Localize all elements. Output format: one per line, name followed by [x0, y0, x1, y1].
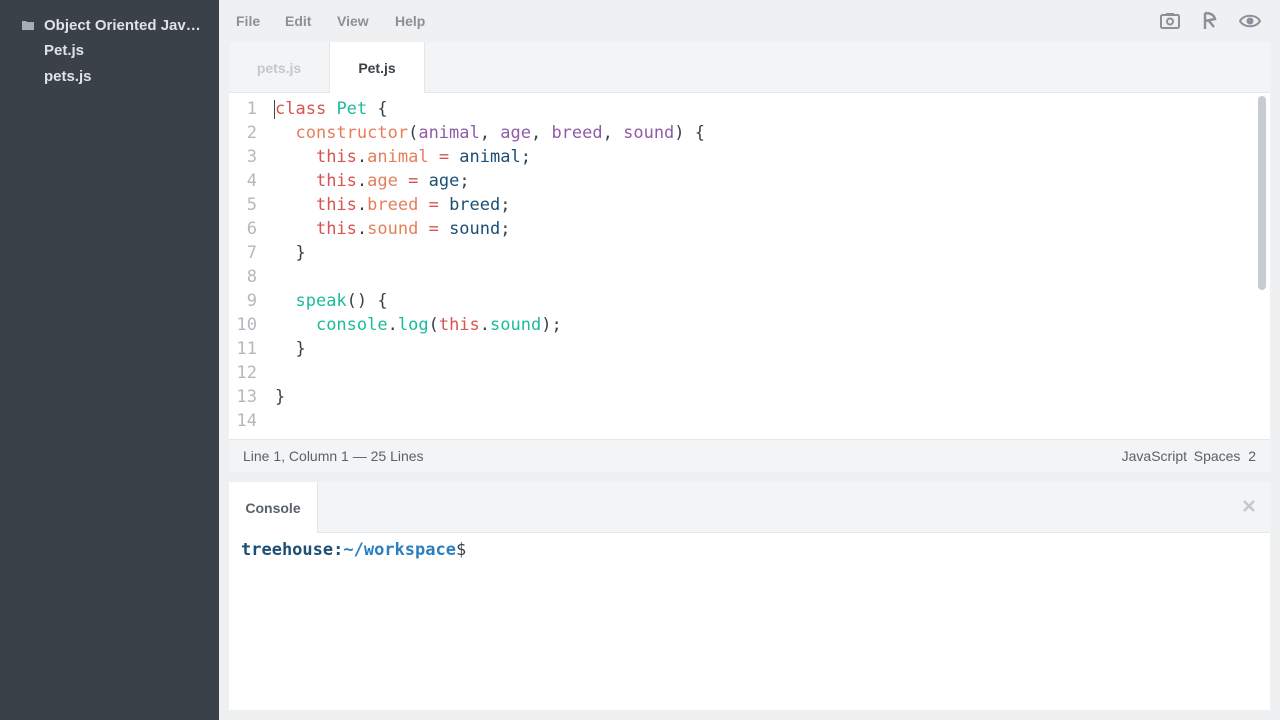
tab-pet-js[interactable]: Pet.js: [329, 42, 425, 93]
text-cursor: [274, 100, 275, 119]
sidebar-file-pets-js[interactable]: pets.js: [44, 68, 92, 85]
prompt-host: treehouse: [241, 540, 334, 560]
preview-eye-icon[interactable]: [1238, 10, 1262, 32]
line-number: 12: [236, 363, 257, 383]
share-icon[interactable]: [1199, 10, 1221, 32]
menu-file[interactable]: File: [236, 13, 260, 29]
camera-icon[interactable]: [1159, 10, 1181, 32]
editor-panel: pets.js Pet.js 1 class Pet { 2 constructor…: [229, 42, 1270, 472]
indent-selector[interactable]: Spaces 2: [1194, 448, 1256, 464]
sidebar: Object Oriented Jav… Pet.js pets.js: [0, 0, 219, 720]
folder-icon: [22, 20, 34, 30]
editor-tab-bar: pets.js Pet.js: [229, 42, 1270, 93]
line-number: 5: [246, 195, 257, 215]
menu-view[interactable]: View: [337, 13, 369, 29]
project-folder[interactable]: Object Oriented Jav…: [22, 14, 212, 36]
line-number: 8: [246, 267, 257, 287]
code-text: }: [275, 243, 306, 263]
sidebar-file-pet-js[interactable]: Pet.js: [44, 42, 84, 59]
tab-pets-js[interactable]: pets.js: [229, 42, 329, 92]
close-icon[interactable]: [1242, 499, 1256, 513]
line-number: 13: [236, 387, 257, 407]
line-number: 2: [246, 123, 257, 143]
prompt-path: ~/workspace: [343, 540, 456, 560]
code-text: console.log(this.sound);: [315, 315, 562, 335]
code-text: speak() {: [295, 291, 388, 311]
code-text: }: [275, 339, 306, 359]
console-panel: Console treehouse:~/workspace$: [229, 482, 1270, 710]
line-number: 7: [246, 243, 257, 263]
prompt-separator: :: [333, 540, 344, 560]
code-text: this.animal = animal;: [315, 147, 531, 167]
console-prompt[interactable]: treehouse:~/workspace$: [241, 540, 466, 560]
project-folder-title: Object Oriented Jav…: [44, 16, 201, 34]
code-editor[interactable]: 1 class Pet { 2 constructor(animal, age, b…: [229, 93, 1255, 439]
code-text: this.breed = breed;: [315, 195, 511, 215]
line-number: 9: [246, 291, 257, 311]
editor-status-bar: Line 1, Column 1 — 25 Lines JavaScript S…: [229, 439, 1270, 472]
menu-edit[interactable]: Edit: [285, 13, 311, 29]
code-text: this.age = age;: [315, 171, 470, 191]
tab-console[interactable]: Console: [229, 482, 318, 533]
line-number: 11: [236, 339, 257, 359]
console-tab-bar: Console: [229, 482, 1270, 533]
code-text: }: [275, 387, 286, 407]
line-number: 6: [246, 219, 257, 239]
prompt-symbol: $: [455, 540, 467, 560]
menu-bar: File Edit View Help: [219, 0, 1280, 42]
code-text: constructor(animal, age, breed, sound) {: [295, 123, 706, 143]
line-number: 1: [246, 99, 257, 119]
editor-scrollbar[interactable]: [1258, 96, 1266, 290]
line-number: 10: [236, 315, 257, 335]
line-number: 3: [246, 147, 257, 167]
menu-help[interactable]: Help: [395, 13, 425, 29]
code-text: class Pet {: [275, 99, 388, 119]
line-number: 4: [246, 171, 257, 191]
line-number: 14: [236, 411, 257, 431]
language-selector[interactable]: JavaScript: [1122, 448, 1187, 464]
code-text: this.sound = sound;: [315, 219, 511, 239]
cursor-position-status: Line 1, Column 1 — 25 Lines: [243, 448, 424, 464]
